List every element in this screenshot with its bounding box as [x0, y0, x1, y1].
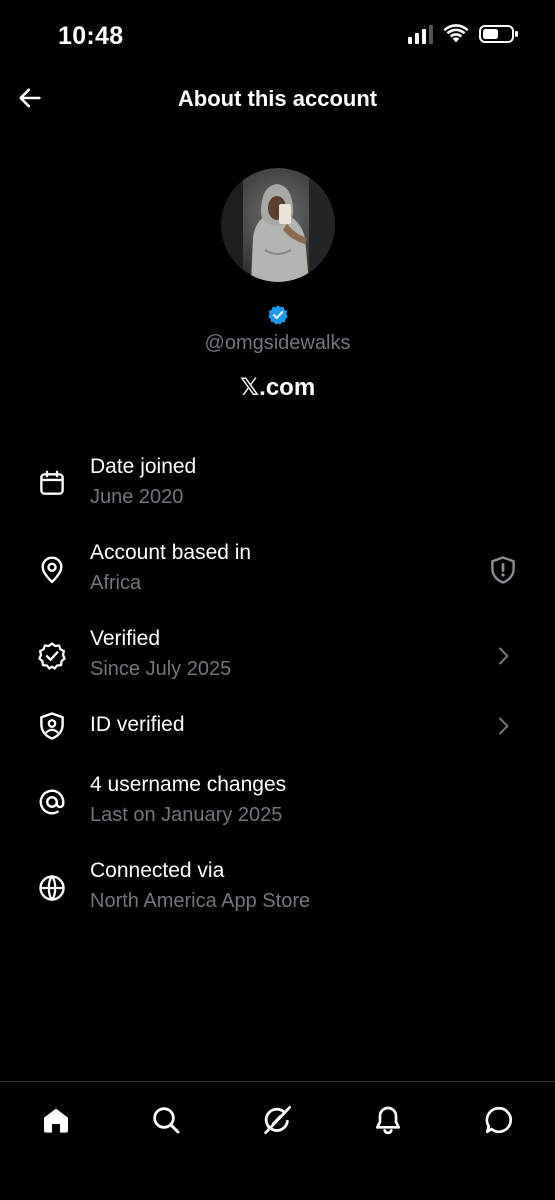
messages-icon — [485, 1106, 512, 1134]
grok-icon — [264, 1105, 292, 1135]
row-subtitle: Since July 2025 — [90, 658, 232, 680]
account-handle: @omgsidewalks — [204, 332, 351, 354]
notifications-bell-icon — [376, 1106, 400, 1135]
verified-badge-outline-icon — [36, 640, 68, 672]
chevron-right-icon — [487, 710, 519, 742]
row-title: ID verified — [90, 713, 185, 736]
calendar-icon — [36, 467, 68, 499]
chevron-right-icon — [487, 640, 519, 672]
row-title: Account based in — [90, 541, 252, 564]
status-icons — [408, 24, 519, 44]
globe-icon — [36, 872, 68, 904]
nav-search[interactable] — [146, 1100, 186, 1140]
avatar[interactable] — [220, 168, 335, 282]
search-icon — [153, 1107, 180, 1134]
shield-alert-button[interactable] — [487, 554, 519, 586]
row-title: 4 username changes — [90, 773, 287, 796]
at-sign-icon — [36, 786, 68, 818]
wifi-icon — [443, 24, 469, 43]
info-row-id-verified[interactable]: ID verified — [0, 710, 555, 770]
nav-grok[interactable] — [257, 1100, 297, 1140]
row-subtitle: Africa — [90, 572, 142, 594]
battery-icon — [479, 25, 518, 43]
info-row-account-based-in: Account based in Africa — [0, 538, 555, 624]
account-info-list: Date joined June 2020 Account based in A… — [0, 452, 555, 942]
bottom-navigation — [0, 1081, 555, 1200]
nav-home[interactable] — [36, 1100, 76, 1140]
location-pin-icon — [36, 554, 68, 586]
status-bar: 10:48 — [0, 0, 555, 70]
row-title: Verified — [90, 627, 161, 650]
verified-badge-icon — [267, 305, 288, 325]
info-row-date-joined: Date joined June 2020 — [0, 452, 555, 538]
status-time: 10:48 — [58, 22, 124, 50]
header: About this account — [0, 76, 555, 122]
info-row-username-changes: 4 username changes Last on January 2025 — [0, 770, 555, 856]
signal-icon — [408, 24, 433, 44]
page-title: About this account — [177, 86, 378, 111]
info-row-connected-via: Connected via North America App Store — [0, 856, 555, 942]
shield-alert-icon — [491, 556, 515, 584]
nav-notifications[interactable] — [368, 1100, 408, 1140]
home-icon — [44, 1108, 68, 1133]
profile-section: @omgsidewalks 𝕏.com — [0, 168, 555, 402]
row-subtitle: June 2020 — [90, 486, 184, 508]
info-row-verified[interactable]: Verified Since July 2025 — [0, 624, 555, 710]
site-label: 𝕏.com — [239, 374, 316, 401]
nav-messages[interactable] — [479, 1100, 519, 1140]
row-subtitle: North America App Store — [90, 890, 311, 912]
row-title: Date joined — [90, 455, 197, 478]
row-title: Connected via — [90, 859, 225, 882]
id-shield-icon — [36, 710, 68, 742]
row-subtitle: Last on January 2025 — [90, 804, 283, 826]
